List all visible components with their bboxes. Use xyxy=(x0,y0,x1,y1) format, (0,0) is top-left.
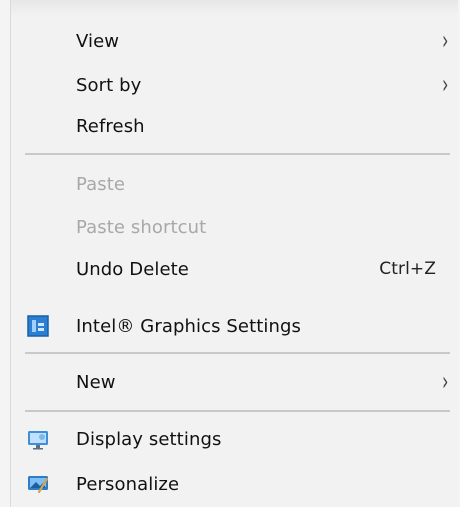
menu-top-edge xyxy=(11,0,458,16)
menu-item-paste-shortcut: Paste shortcut xyxy=(11,205,458,249)
menu-item-label: Paste shortcut xyxy=(76,216,207,238)
menu-separator xyxy=(25,410,450,412)
menu-item-view[interactable]: View › xyxy=(11,19,458,63)
menu-item-intel-graphics-settings[interactable]: Intel® Graphics Settings xyxy=(11,304,458,348)
menu-item-refresh[interactable]: Refresh xyxy=(11,104,458,148)
menu-item-new[interactable]: New › xyxy=(11,360,458,404)
menu-item-undo-delete[interactable]: Undo Delete Ctrl+Z xyxy=(11,247,458,291)
desktop-context-menu: View › Sort by › Refresh Paste Paste sho… xyxy=(10,0,458,507)
menu-item-label: New xyxy=(76,371,116,393)
menu-item-personalize[interactable]: Personalize xyxy=(11,462,458,506)
chevron-right-icon: › xyxy=(441,367,448,397)
menu-item-label: Intel® Graphics Settings xyxy=(76,315,302,337)
intel-graphics-icon xyxy=(27,315,49,337)
menu-item-label: Paste xyxy=(76,173,126,195)
menu-separator xyxy=(25,153,450,155)
chevron-right-icon: › xyxy=(441,70,448,100)
chevron-right-icon: › xyxy=(441,26,448,56)
menu-item-sort-by[interactable]: Sort by › xyxy=(11,63,458,107)
personalize-icon xyxy=(28,476,49,494)
menu-item-display-settings[interactable]: Display settings xyxy=(11,417,458,461)
menu-separator xyxy=(25,352,450,354)
display-settings-icon xyxy=(28,431,48,450)
menu-item-label: Undo Delete xyxy=(76,258,189,280)
keyboard-shortcut: Ctrl+Z xyxy=(379,259,436,279)
menu-item-label: Display settings xyxy=(76,428,222,450)
menu-item-label: View xyxy=(76,30,120,52)
menu-item-label: Sort by xyxy=(76,74,142,96)
menu-item-label: Personalize xyxy=(76,473,180,495)
menu-item-paste: Paste xyxy=(11,162,458,206)
menu-item-label: Refresh xyxy=(76,115,145,137)
